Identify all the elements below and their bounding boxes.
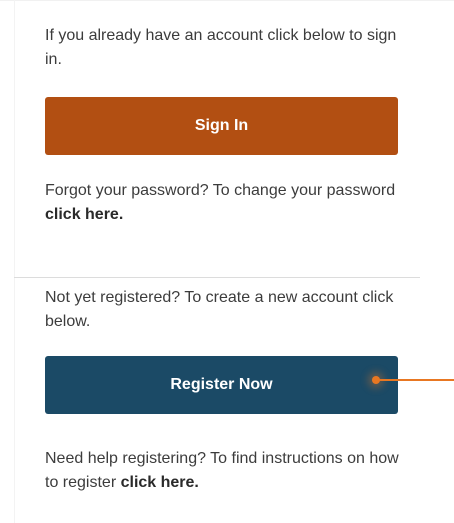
register-now-button[interactable]: Register Now [45, 356, 398, 414]
forgot-password-prefix: Forgot your password? To change your pas… [45, 182, 396, 199]
sign-in-button[interactable]: Sign In [45, 97, 398, 155]
forgot-password-block: Forgot your password? To change your pas… [45, 179, 405, 227]
forgot-password-text: Forgot your password? To change your pas… [45, 179, 405, 227]
register-callout-pointer [372, 376, 454, 384]
register-intro-text: Not yet registered? To create a new acco… [45, 289, 394, 330]
register-help-block: Need help registering? To find instructi… [45, 447, 405, 495]
register-help-text: Need help registering? To find instructi… [45, 447, 405, 495]
section-divider [14, 277, 420, 278]
forgot-password-link[interactable]: click here. [45, 206, 123, 223]
login-panel: If you already have an account click bel… [0, 0, 454, 523]
register-help-prefix: Need help registering? To find instructi… [45, 450, 399, 491]
register-intro: Not yet registered? To create a new acco… [45, 286, 405, 334]
callout-line [378, 379, 454, 381]
signin-intro-text: If you already have an account click bel… [45, 27, 397, 68]
left-rule [14, 0, 15, 523]
top-border [0, 0, 454, 1]
signin-intro: If you already have an account click bel… [45, 24, 405, 72]
register-help-link[interactable]: click here. [121, 474, 199, 491]
